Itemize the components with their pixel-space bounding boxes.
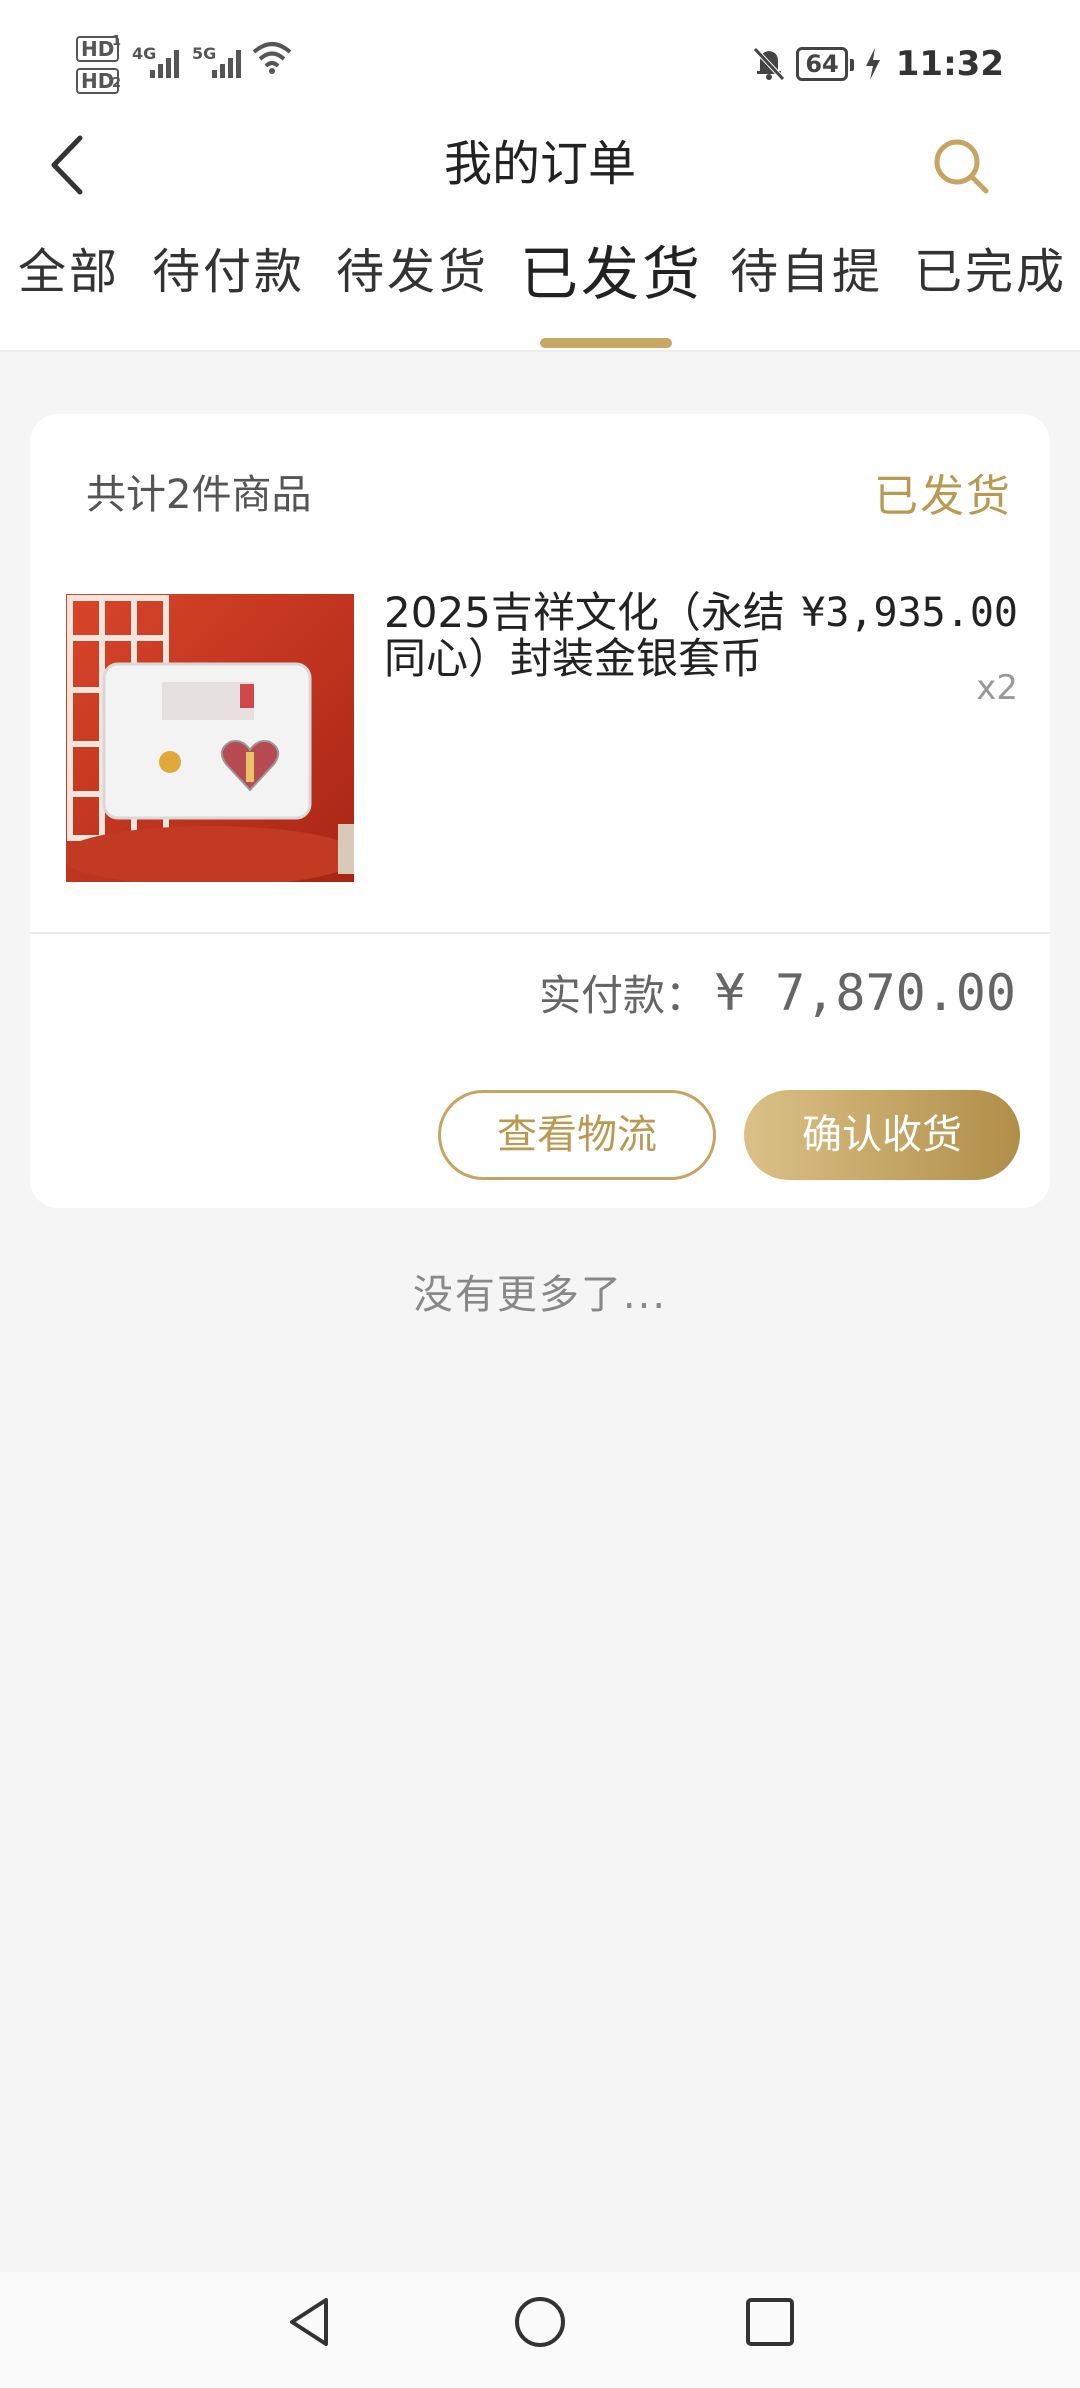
active-tab-indicator: [540, 338, 672, 348]
status-badge: 已发货: [874, 471, 1012, 522]
signal-area: HD 1 HD 2 4G 5G: [76, 30, 296, 100]
charging-bolt-icon: [865, 48, 880, 80]
product-name[interactable]: 2025吉祥文化（永结同心）封装金银套币: [384, 590, 804, 682]
product-image[interactable]: [66, 594, 354, 882]
square-recent-icon[interactable]: [742, 2294, 798, 2350]
divider: [30, 932, 1050, 934]
tab-pending-payment[interactable]: 待付款: [152, 232, 305, 312]
circle-home-icon[interactable]: [512, 2294, 568, 2350]
status-right: 64 11:32: [752, 40, 1004, 88]
order-tabs: 全部 待付款 待发货 已发货 待自提 已完成: [0, 232, 1080, 342]
wifi-icon: [252, 42, 292, 74]
battery-level: 64: [796, 47, 855, 81]
order-card[interactable]: 共计2件商品 已发货 2025吉祥文化（永结同心）封装金银套币 ¥3,935.0…: [30, 414, 1050, 1208]
mute-bell-icon: [753, 47, 786, 81]
tab-pending-shipment[interactable]: 待发货: [336, 232, 489, 312]
product-price: ¥3,935.00: [801, 590, 1018, 636]
paid-label: 实付款：: [538, 971, 707, 1020]
view-logistics-button[interactable]: 查看物流: [438, 1090, 716, 1180]
confirm-receipt-button[interactable]: 确认收货: [744, 1090, 1020, 1180]
page-title: 我的订单: [443, 136, 636, 192]
tab-all[interactable]: 全部: [18, 232, 120, 312]
system-nav-bar: [0, 2272, 1080, 2388]
signal-bars-1-icon: [150, 46, 179, 78]
sim2-index: 2: [112, 76, 122, 91]
sim1-index: 1: [112, 34, 122, 49]
item-count: 共计2件商品: [86, 472, 312, 518]
signal-bars-2-icon: [212, 46, 241, 78]
tab-completed[interactable]: 已完成: [914, 232, 1067, 312]
no-more-text: 没有更多了...: [412, 1272, 668, 1318]
search-icon[interactable]: [930, 135, 994, 199]
product-quantity: x2: [976, 668, 1018, 708]
tab-shipped[interactable]: 已发货: [520, 234, 703, 314]
top-bar: HD 1 HD 2 4G 5G 64 11:32 我的订单 全部 待付款 待发货…: [0, 0, 1080, 352]
clock: 11:32: [895, 44, 1004, 84]
paid-amount-row: 实付款： ¥ 7,870.00: [539, 962, 1016, 1023]
product-photo: [66, 594, 354, 882]
triangle-back-icon[interactable]: [282, 2294, 338, 2350]
tab-pending-pickup[interactable]: 待自提: [730, 232, 883, 312]
paid-amount: ¥ 7,870.00: [714, 964, 1016, 1022]
status-bar: HD 1 HD 2 4G 5G 64 11:32: [0, 0, 1080, 128]
